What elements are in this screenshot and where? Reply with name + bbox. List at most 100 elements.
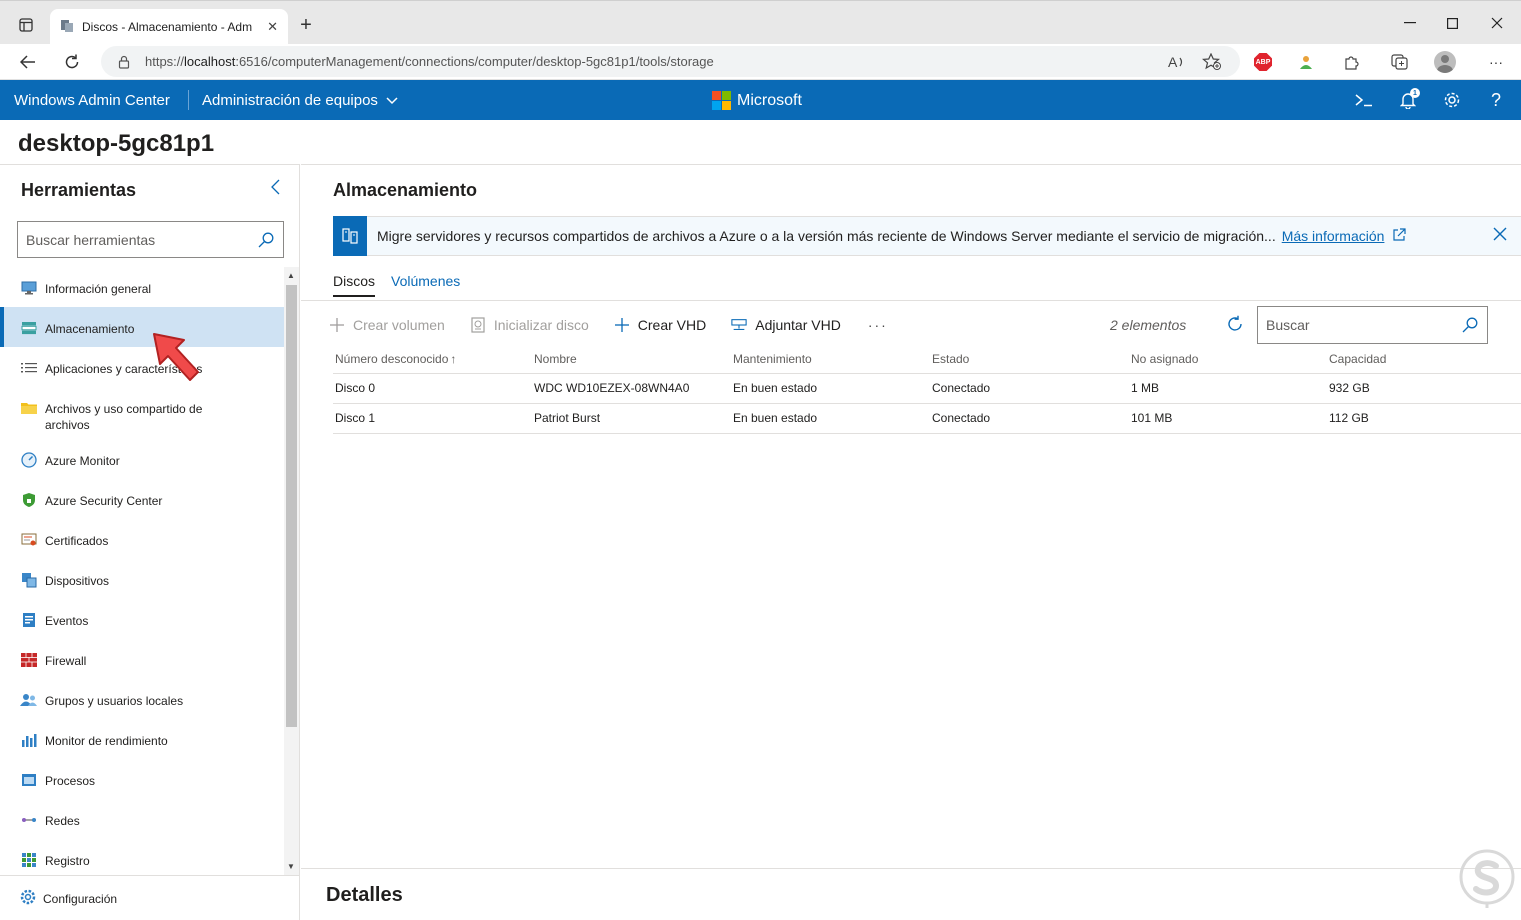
sidebar-item-eventos[interactable]: Eventos	[0, 599, 284, 639]
sidebar-item-registro[interactable]: Registro	[0, 839, 284, 871]
banner-message: Migre servidores y recursos compartidos …	[377, 228, 1276, 244]
attach-vhd-label: Adjuntar VHD	[755, 317, 841, 333]
cell-name: Patriot Burst	[532, 403, 731, 434]
sidebar-item-procesos[interactable]: Procesos	[0, 759, 284, 799]
plus-icon	[329, 317, 345, 333]
sidebar-item-redes[interactable]: Redes	[0, 799, 284, 839]
sidebar-item-azure-security[interactable]: Azure Security Center	[0, 479, 284, 519]
search-icon[interactable]	[257, 231, 275, 249]
sidebar-scrollbar[interactable]: ▲ ▼	[284, 267, 299, 875]
column-header-name[interactable]: Nombre	[532, 345, 731, 374]
sidebar-item-label: Monitor de rendimiento	[45, 734, 168, 748]
tools-sidebar: Herramientas Información general Almacen…	[0, 164, 300, 920]
sidebar-item-certificados[interactable]: Certificados	[0, 519, 284, 559]
column-header-number[interactable]: Número desconocido ↑	[333, 345, 532, 374]
profile-avatar[interactable]	[1433, 50, 1457, 74]
table-row[interactable]: Disco 1 Patriot Burst En buen estado Con…	[333, 403, 1521, 434]
tools-search-input[interactable]	[26, 231, 257, 248]
sidebar-item-label: Azure Security Center	[45, 494, 163, 508]
url-bar[interactable]: https://localhost:6516/computerManagemen…	[101, 46, 1240, 77]
url-text: https://localhost:6516/computerManagemen…	[145, 54, 714, 69]
cell-capacity: 112 GB	[1327, 403, 1521, 434]
back-icon[interactable]	[14, 48, 42, 76]
refresh-icon[interactable]	[1226, 315, 1244, 338]
tabs-divider	[301, 300, 1521, 301]
more-commands-icon[interactable]: ···	[868, 317, 888, 333]
new-tab-icon[interactable]: +	[294, 13, 318, 37]
settings-gear-icon[interactable]	[1440, 88, 1464, 112]
initialize-disk-button[interactable]: Inicializar disco	[470, 317, 589, 333]
certificate-icon	[20, 531, 38, 549]
window-close-icon[interactable]	[1485, 13, 1509, 33]
page-title: Almacenamiento	[333, 180, 478, 200]
sidebar-item-label: Configuración	[43, 891, 118, 906]
banner-close-icon[interactable]	[1493, 227, 1507, 246]
devices-icon	[20, 571, 38, 589]
cell-number: Disco 1	[333, 403, 532, 434]
sidebar-item-informacion-general[interactable]: Información general	[0, 267, 284, 307]
users-icon	[20, 691, 38, 709]
lock-icon[interactable]	[117, 55, 131, 69]
search-icon[interactable]	[1461, 316, 1479, 334]
adblock-icon[interactable]: ABP	[1251, 50, 1275, 74]
external-link-icon[interactable]	[1392, 227, 1407, 245]
monitor-icon	[20, 279, 38, 297]
scroll-up-icon[interactable]: ▲	[287, 271, 295, 280]
app-title[interactable]: Windows Admin Center	[14, 92, 170, 109]
reload-icon[interactable]	[58, 48, 86, 76]
sidebar-item-aplicaciones[interactable]: Aplicaciones y características	[0, 347, 284, 387]
extensions-puzzle-icon[interactable]	[1339, 50, 1363, 74]
powershell-icon[interactable]	[1352, 88, 1376, 112]
sidebar-item-firewall[interactable]: Firewall	[0, 639, 284, 679]
tab-discos[interactable]: Discos	[333, 273, 376, 297]
browser-tab-bar: Discos - Almacenamiento - Adm ✕ +	[0, 0, 1521, 45]
tab-close-icon[interactable]: ✕	[267, 19, 278, 35]
context-switcher[interactable]: Administración de equipos	[202, 92, 398, 109]
notifications-bell-icon[interactable]: 1	[1396, 88, 1420, 112]
collapse-sidebar-icon[interactable]	[270, 179, 280, 200]
sidebar-item-azure-monitor[interactable]: Azure Monitor	[0, 439, 284, 479]
sidebar-item-grupos-usuarios[interactable]: Grupos y usuarios locales	[0, 679, 284, 719]
scrollbar-thumb[interactable]	[286, 285, 297, 727]
browser-menu-icon[interactable]: ···	[1484, 50, 1508, 74]
sidebar-item-almacenamiento[interactable]: Almacenamiento	[0, 307, 284, 347]
favorite-star-icon[interactable]	[1200, 50, 1224, 74]
sidebar-item-monitor-rendimiento[interactable]: Monitor de rendimiento	[0, 719, 284, 759]
column-header-health[interactable]: Mantenimiento	[731, 345, 930, 374]
sidebar-item-label: Azure Monitor	[45, 454, 120, 468]
column-header-unallocated[interactable]: No asignado	[1129, 345, 1327, 374]
read-aloud-icon[interactable]: A	[1165, 50, 1189, 74]
create-vhd-button[interactable]: Crear VHD	[614, 317, 706, 333]
extension-person-icon[interactable]	[1294, 50, 1318, 74]
maximize-icon[interactable]	[1440, 13, 1464, 33]
command-bar: Crear volumen Inicializar disco Crear VH…	[329, 305, 1519, 345]
cell-status: Conectado	[930, 403, 1129, 434]
settings-gear-icon	[20, 889, 36, 908]
attach-vhd-button[interactable]: Adjuntar VHD	[731, 317, 841, 333]
sidebar-item-dispositivos[interactable]: Dispositivos	[0, 559, 284, 599]
minimize-icon[interactable]	[1398, 13, 1422, 33]
disk-search-box[interactable]	[1257, 306, 1488, 344]
pointer-arrow-icon	[153, 333, 199, 381]
cell-health: En buen estado	[731, 403, 930, 434]
tab-volumenes[interactable]: Volúmenes	[391, 273, 460, 297]
scroll-down-icon[interactable]: ▼	[287, 862, 295, 871]
column-header-capacity[interactable]: Capacidad	[1327, 345, 1521, 374]
details-panel: Detalles	[301, 868, 1521, 920]
column-header-status[interactable]: Estado	[930, 345, 1129, 374]
sidebar-item-archivos[interactable]: Archivos y uso compartido de archivos	[0, 387, 284, 439]
sidebar-item-label: Procesos	[45, 774, 96, 788]
tab-actions-icon[interactable]	[12, 11, 40, 39]
browser-tab[interactable]: Discos - Almacenamiento - Adm ✕	[50, 9, 288, 45]
tools-search-box[interactable]	[17, 221, 284, 258]
sidebar-item-label: Dispositivos	[45, 574, 110, 588]
disk-search-input[interactable]	[1266, 317, 1461, 333]
registry-icon	[20, 851, 38, 869]
cell-unallocated: 101 MB	[1129, 403, 1327, 434]
create-volume-button[interactable]: Crear volumen	[329, 317, 445, 333]
more-info-link[interactable]: Más información	[1282, 228, 1385, 244]
help-icon[interactable]: ?	[1484, 88, 1508, 112]
sidebar-item-configuracion[interactable]: Configuración	[0, 875, 300, 920]
table-row[interactable]: Disco 0 WDC WD10EZEX-08WN4A0 En buen est…	[333, 373, 1521, 404]
collections-icon[interactable]	[1388, 50, 1412, 74]
